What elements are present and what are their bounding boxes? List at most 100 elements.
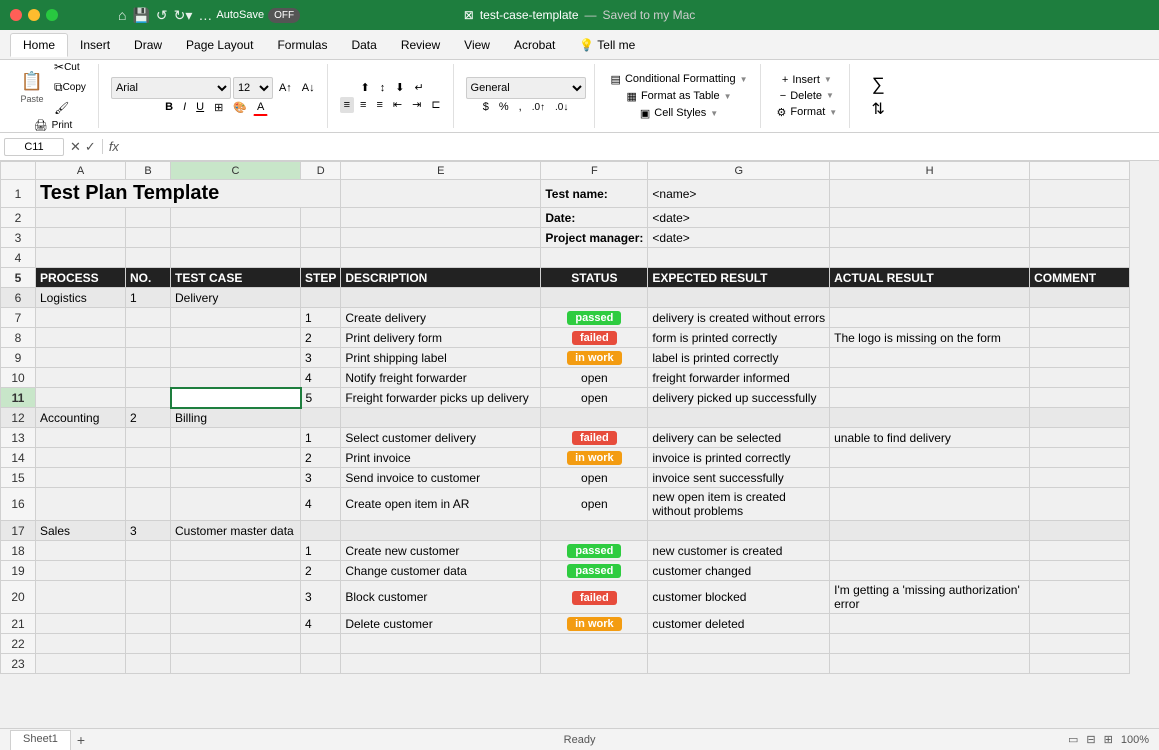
process-sales[interactable]: Sales	[36, 521, 126, 541]
increase-font-button[interactable]: A↑	[275, 80, 296, 96]
b20[interactable]	[126, 581, 171, 614]
a22[interactable]	[36, 634, 126, 654]
tab-review[interactable]: Review	[389, 34, 452, 56]
test-name-value[interactable]: <name>	[648, 180, 830, 208]
decrease-decimal-button[interactable]: .0↓	[551, 100, 572, 115]
align-right-button[interactable]: ≡	[372, 97, 386, 113]
merge-button[interactable]: ⊏	[427, 96, 444, 113]
decrease-indent-button[interactable]: ⇤	[389, 96, 406, 113]
align-center-button[interactable]: ≡	[356, 97, 370, 113]
align-left-button[interactable]: ≡	[340, 97, 354, 113]
format-painter-button[interactable]: 🖌	[50, 99, 90, 117]
g20[interactable]: customer blocked	[648, 581, 830, 614]
tc-billing[interactable]: Billing	[171, 408, 301, 428]
c9[interactable]	[171, 348, 301, 368]
comment-17[interactable]	[1030, 521, 1130, 541]
g22[interactable]	[648, 634, 830, 654]
cell-d4[interactable]	[301, 248, 341, 268]
tab-home[interactable]: Home	[10, 33, 68, 57]
a20[interactable]	[36, 581, 126, 614]
a7[interactable]	[36, 308, 126, 328]
h20[interactable]: I'm getting a 'missing authorization' er…	[830, 581, 1030, 614]
title-cell[interactable]: Test Plan Template	[36, 180, 341, 208]
c11-selected[interactable]	[171, 388, 301, 408]
tab-insert[interactable]: Insert	[68, 34, 122, 56]
tab-data[interactable]: Data	[339, 34, 388, 56]
cell-h3[interactable]	[830, 228, 1030, 248]
e7[interactable]: Create delivery	[341, 308, 541, 328]
actual-6[interactable]	[830, 288, 1030, 308]
h11[interactable]	[830, 388, 1030, 408]
page-layout-view-icon[interactable]: ⊟	[1086, 733, 1095, 746]
d10[interactable]: 4	[301, 368, 341, 388]
f22[interactable]	[541, 634, 648, 654]
i18[interactable]	[1030, 541, 1130, 561]
col-header-f[interactable]: F	[541, 162, 648, 180]
i15[interactable]	[1030, 468, 1130, 488]
b15[interactable]	[126, 468, 171, 488]
c22[interactable]	[171, 634, 301, 654]
status-12[interactable]	[541, 408, 648, 428]
comma-button[interactable]: ,	[515, 99, 526, 115]
c23[interactable]	[171, 654, 301, 674]
i22[interactable]	[1030, 634, 1130, 654]
cell-reference-input[interactable]: C11	[4, 138, 64, 156]
actual-12[interactable]	[830, 408, 1030, 428]
no-3[interactable]: 3	[126, 521, 171, 541]
e8[interactable]: Print delivery form	[341, 328, 541, 348]
g23[interactable]	[648, 654, 830, 674]
d8[interactable]: 2	[301, 328, 341, 348]
a21[interactable]	[36, 614, 126, 634]
b22[interactable]	[126, 634, 171, 654]
h19[interactable]	[830, 561, 1030, 581]
d15[interactable]: 3	[301, 468, 341, 488]
g10[interactable]: freight forwarder informed	[648, 368, 830, 388]
underline-button[interactable]: U	[192, 99, 208, 115]
e9[interactable]: Print shipping label	[341, 348, 541, 368]
a16[interactable]	[36, 488, 126, 521]
h14[interactable]	[830, 448, 1030, 468]
actual-17[interactable]	[830, 521, 1030, 541]
font-size-select[interactable]: 12	[233, 77, 273, 99]
cell-styles-button[interactable]: ▣ Cell Styles ▼	[636, 105, 722, 122]
cell-h1[interactable]	[830, 180, 1030, 208]
expected-6[interactable]	[648, 288, 830, 308]
normal-view-icon[interactable]: ▭	[1068, 733, 1078, 746]
status-6[interactable]	[541, 288, 648, 308]
col-header-g[interactable]: G	[648, 162, 830, 180]
f13[interactable]: failed	[541, 428, 648, 448]
a19[interactable]	[36, 561, 126, 581]
expected-17[interactable]	[648, 521, 830, 541]
cell-b4[interactable]	[126, 248, 171, 268]
redo-dropdown-icon[interactable]: ↻▾	[174, 7, 193, 24]
a18[interactable]	[36, 541, 126, 561]
g13[interactable]: delivery can be selected	[648, 428, 830, 448]
b7[interactable]	[126, 308, 171, 328]
f7[interactable]: passed	[541, 308, 648, 328]
g15[interactable]: invoice sent successfully	[648, 468, 830, 488]
e20[interactable]: Block customer	[341, 581, 541, 614]
align-bottom-button[interactable]: ⬇	[391, 79, 408, 96]
c10[interactable]	[171, 368, 301, 388]
d22[interactable]	[301, 634, 341, 654]
step-12[interactable]	[301, 408, 341, 428]
e14[interactable]: Print invoice	[341, 448, 541, 468]
date-value[interactable]: <date>	[648, 208, 830, 228]
e15[interactable]: Send invoice to customer	[341, 468, 541, 488]
i11[interactable]	[1030, 388, 1130, 408]
f20[interactable]: failed	[541, 581, 648, 614]
desc-17[interactable]	[341, 521, 541, 541]
cell-b3[interactable]	[126, 228, 171, 248]
f18[interactable]: passed	[541, 541, 648, 561]
col-header-i[interactable]	[1030, 162, 1130, 180]
b13[interactable]	[126, 428, 171, 448]
i21[interactable]	[1030, 614, 1130, 634]
d16[interactable]: 4	[301, 488, 341, 521]
g19[interactable]: customer changed	[648, 561, 830, 581]
col-header-h[interactable]: H	[830, 162, 1030, 180]
step-6[interactable]	[301, 288, 341, 308]
cell-d2[interactable]	[301, 208, 341, 228]
cell-e3[interactable]	[341, 228, 541, 248]
c15[interactable]	[171, 468, 301, 488]
c18[interactable]	[171, 541, 301, 561]
